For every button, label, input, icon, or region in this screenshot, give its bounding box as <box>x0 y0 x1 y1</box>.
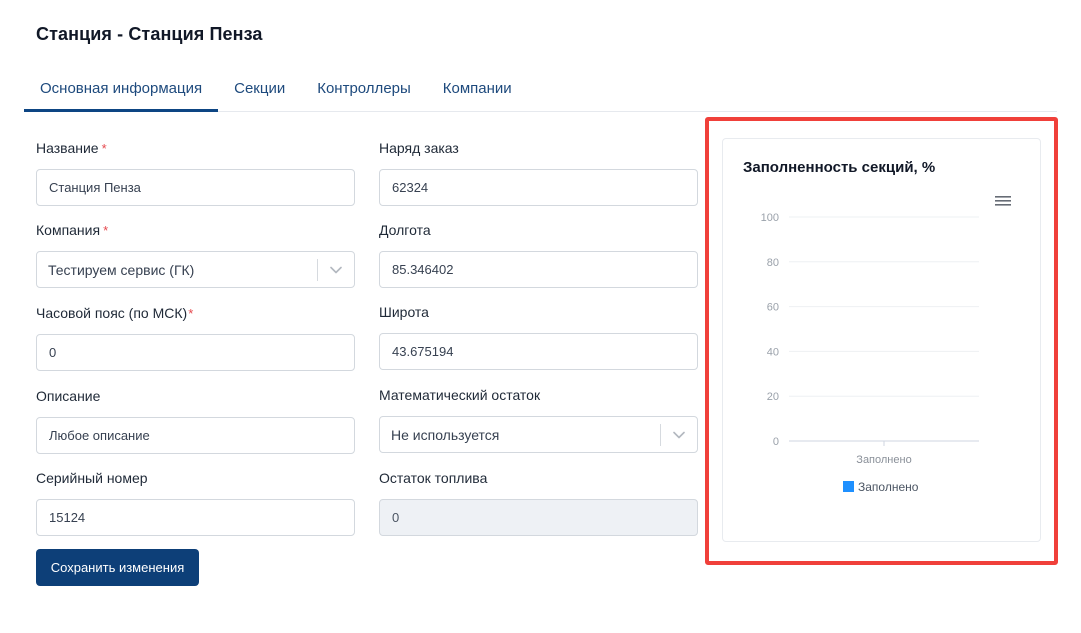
company-label: Компания * <box>36 221 355 239</box>
serial-label: Серийный номер <box>36 470 148 486</box>
longitude-label: Долгота <box>379 222 431 238</box>
description-input[interactable]: Любое описание <box>36 417 355 454</box>
tab-bar: Основная информация Секции Контроллеры К… <box>24 70 1057 112</box>
name-label-text: Название <box>36 140 99 156</box>
math-remainder-select[interactable]: Не используется <box>379 416 698 453</box>
station-page: Станция - Станция Пенза Основная информа… <box>0 0 1081 633</box>
required-marker: * <box>101 141 107 156</box>
tab-main-info[interactable]: Основная информация <box>24 70 219 112</box>
work-order-label: Наряд заказ <box>379 140 459 156</box>
tab-companies[interactable]: Компании <box>427 70 528 111</box>
fuel-remainder-input: 0 <box>379 499 698 536</box>
save-changes-button[interactable]: Сохранить изменения <box>36 549 199 586</box>
math-remainder-label: Математический остаток <box>379 387 541 403</box>
timezone-label-text: Часовой пояс (по МСК) <box>36 305 188 321</box>
work-order-field-group: Наряд заказ 62324 <box>379 139 698 206</box>
highlight-frame <box>705 117 1058 565</box>
timezone-input[interactable]: 0 <box>36 334 355 371</box>
longitude-input[interactable]: 85.346402 <box>379 251 698 288</box>
latitude-label: Широта <box>379 304 429 320</box>
latitude-input[interactable]: 43.675194 <box>379 333 698 370</box>
fuel-remainder-field-group: Остаток топлива 0 <box>379 469 698 536</box>
timezone-label: Часовой пояс (по МСК)* <box>36 304 355 322</box>
tab-controllers[interactable]: Контроллеры <box>301 70 427 111</box>
serial-input[interactable]: 15124 <box>36 499 355 536</box>
name-input[interactable]: Станция Пенза <box>36 169 355 206</box>
company-label-text: Компания <box>36 222 101 238</box>
description-field-group: Описание Любое описание <box>36 387 355 454</box>
company-field-group: Компания * Тестируем сервис (ГК) <box>36 221 355 288</box>
serial-field-group: Серийный номер 15124 <box>36 469 355 536</box>
fuel-remainder-label: Остаток топлива <box>379 470 488 486</box>
chevron-down-icon[interactable] <box>318 252 354 287</box>
description-label: Описание <box>36 388 101 404</box>
name-label: Название * <box>36 139 355 157</box>
company-select-value: Тестируем сервис (ГК) <box>48 261 195 278</box>
chevron-down-icon[interactable] <box>661 417 697 452</box>
company-select[interactable]: Тестируем сервис (ГК) <box>36 251 355 288</box>
math-remainder-select-value: Не используется <box>391 426 500 443</box>
longitude-field-group: Долгота 85.346402 <box>379 221 698 288</box>
name-field-group: Название * Станция Пенза <box>36 139 355 206</box>
work-order-input[interactable]: 62324 <box>379 169 698 206</box>
math-remainder-field-group: Математический остаток Не используется <box>379 386 698 453</box>
timezone-field-group: Часовой пояс (по МСК)* 0 <box>36 304 355 371</box>
required-marker: * <box>103 223 109 238</box>
tab-sections[interactable]: Секции <box>218 70 301 111</box>
latitude-field-group: Широта 43.675194 <box>379 303 698 370</box>
page-title: Станция - Станция Пенза <box>36 24 263 44</box>
required-marker: * <box>188 306 194 321</box>
